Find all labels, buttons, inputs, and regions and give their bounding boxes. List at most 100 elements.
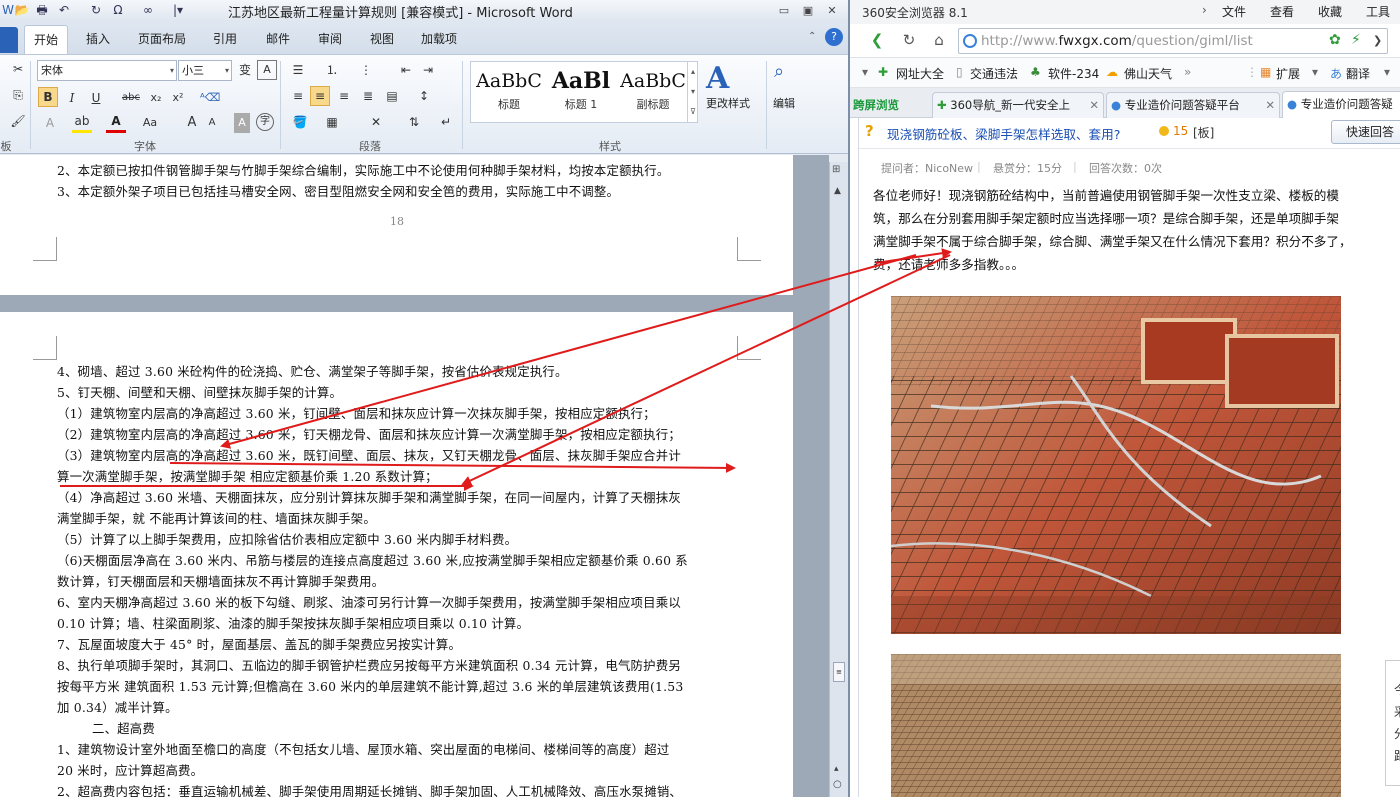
tab-references[interactable]: 引用 — [213, 30, 237, 47]
open-icon[interactable]: 📂 — [14, 2, 30, 18]
extensions-button[interactable]: 扩展 — [1276, 65, 1300, 82]
bookmarks-toggle-icon[interactable]: ▾ — [862, 65, 868, 79]
quick-answer-button[interactable]: 快速回答 — [1331, 120, 1400, 144]
question-photo-1[interactable] — [891, 296, 1341, 634]
tab-qa-platform-2[interactable]: ● 专业造价问题答疑 — [1282, 91, 1400, 119]
align-center-icon[interactable]: ≡ — [310, 86, 330, 106]
customize-qat-icon[interactable]: |▾ — [170, 2, 186, 18]
change-case-icon[interactable]: 变 — [235, 60, 255, 80]
superscript-button[interactable]: x² — [168, 88, 188, 108]
word-restore-button[interactable]: ▣ — [798, 3, 818, 18]
char-border-icon[interactable]: A — [257, 60, 277, 80]
align-left-icon[interactable]: ≡ — [288, 86, 308, 106]
tab-360-nav[interactable]: ✚ 360导航_新一代安全上 ✕ — [932, 92, 1104, 118]
print-icon[interactable]: 🖶 — [34, 2, 50, 18]
tab-qa-platform-1[interactable]: ● 专业造价问题答疑平台 ✕ — [1106, 92, 1280, 118]
numbering-icon[interactable]: ⒈ — [322, 60, 342, 80]
redo-icon[interactable]: ↻ — [88, 2, 104, 18]
style-subtitle[interactable]: AaBbC 副标题 — [617, 66, 689, 120]
char-shading-icon[interactable]: A — [234, 113, 250, 133]
vertical-scrollbar[interactable]: ⊞ ▲ ≡ ▴ ○ — [829, 162, 848, 797]
tab-cross-screen[interactable]: 跨屏浏览 — [850, 92, 924, 118]
security-icon[interactable]: ✿ — [1329, 32, 1341, 48]
style-heading[interactable]: AaBbC 标题 — [473, 66, 545, 120]
help-icon[interactable]: ? — [825, 28, 843, 46]
font-color-icon[interactable]: A — [106, 113, 126, 133]
back-icon[interactable]: ❮ — [864, 27, 890, 53]
home-icon[interactable]: ⌂ — [926, 27, 952, 53]
extensions-dropdown-icon[interactable]: ▾ — [1312, 65, 1318, 79]
question-photo-2[interactable] — [891, 654, 1341, 797]
bookmark-url-nav[interactable]: 网址大全 — [896, 65, 944, 82]
styles-scroll[interactable]: ▴ ▾ ⊽ — [687, 62, 698, 122]
prev-page-icon[interactable]: ▴ — [834, 764, 839, 774]
tab-page-layout[interactable]: 页面布局 — [138, 30, 186, 47]
side-float-panel[interactable]: 今 采 分 距 — [1385, 660, 1400, 786]
underline-button[interactable]: U — [86, 88, 106, 108]
undo-icon[interactable]: ↶ — [56, 2, 72, 18]
chinese-layout-icon[interactable]: ✕ — [366, 112, 386, 132]
sort-icon[interactable]: ⇅ — [404, 112, 424, 132]
tab-close-icon[interactable]: ✕ — [1089, 93, 1099, 117]
menu-view[interactable]: 查看 — [1270, 3, 1294, 20]
word-close-button[interactable]: ✕ — [822, 3, 842, 18]
menu-tools[interactable]: 工具 — [1366, 3, 1390, 20]
scroll-up-icon[interactable]: ▲ — [834, 186, 841, 196]
italic-button[interactable]: I — [62, 88, 82, 108]
shading-icon[interactable]: 🪣 — [290, 112, 310, 132]
tab-home[interactable]: 开始 — [24, 25, 68, 54]
scroll-thumb[interactable]: ≡ — [833, 662, 845, 682]
refresh-icon[interactable]: ↻ — [896, 27, 922, 53]
tab-close-icon[interactable]: ✕ — [1265, 93, 1275, 117]
font-size-change-icon[interactable]: Aa — [140, 113, 160, 133]
url-text[interactable]: http://www.fwxgx.com/question/giml/list — [981, 33, 1253, 49]
copy-icon[interactable]: ⎘ — [8, 85, 28, 105]
translate-dropdown-icon[interactable]: ▾ — [1384, 65, 1390, 79]
link-icon[interactable]: ∞ — [140, 2, 156, 18]
cut-icon[interactable]: ✂ — [8, 59, 28, 79]
strikethrough-button[interactable]: abc — [118, 88, 144, 108]
bullets-icon[interactable]: ☰ — [288, 60, 308, 80]
tab-insert[interactable]: 插入 — [86, 30, 110, 47]
document-area[interactable]: 2、本定额已按扣件钢管脚手架与竹脚手架综合编制，实际施工中不论使用何种脚手架材料… — [0, 155, 829, 797]
change-styles-icon[interactable]: A — [706, 61, 729, 96]
highlight-icon[interactable]: ab — [72, 113, 92, 133]
bookmark-traffic[interactable]: 交通违法 — [970, 65, 1018, 82]
multilevel-list-icon[interactable]: ⋮ — [356, 60, 376, 80]
justify-icon[interactable]: ≣ — [358, 86, 378, 106]
format-painter-icon[interactable]: 🖌 — [8, 111, 28, 131]
word-minimize-button[interactable]: ▭ — [774, 3, 794, 18]
address-bar[interactable]: http://www.fwxgx.com/question/giml/list … — [958, 28, 1388, 54]
text-effect-icon[interactable]: A — [40, 113, 60, 133]
translate-button[interactable]: 翻译 — [1346, 65, 1370, 82]
grow-font-icon[interactable]: A — [182, 113, 202, 133]
clear-format-icon[interactable]: ᴬ⌫ — [200, 88, 220, 108]
symbol-icon[interactable]: Ω — [110, 2, 126, 18]
increase-indent-icon[interactable]: ⇥ — [418, 60, 438, 80]
question-tag[interactable]: [板] — [1193, 124, 1214, 141]
question-title[interactable]: 现浇钢筋砼板、梁脚手架怎样选取、套用? — [887, 124, 1120, 143]
borders-icon[interactable]: ▦ — [322, 112, 342, 132]
bookmark-weather[interactable]: 佛山天气 — [1124, 65, 1172, 82]
decrease-indent-icon[interactable]: ⇤ — [396, 60, 416, 80]
tab-mailings[interactable]: 邮件 — [266, 30, 290, 47]
show-marks-icon[interactable]: ↵ — [436, 112, 456, 132]
change-styles-label[interactable]: 更改样式 — [706, 95, 750, 111]
url-dropdown-icon[interactable]: ❯ — [1373, 34, 1382, 47]
font-size-combo[interactable]: 小三 ▾ — [178, 60, 232, 81]
bold-button[interactable]: B — [38, 87, 58, 107]
tab-addins[interactable]: 加载项 — [421, 30, 457, 47]
line-spacing-icon[interactable]: ↕ — [414, 86, 434, 106]
enclose-char-icon[interactable]: 字 — [256, 113, 274, 131]
distributed-icon[interactable]: ▤ — [382, 86, 402, 106]
more-bookmarks-icon[interactable]: » — [1184, 65, 1191, 79]
menu-favorites[interactable]: 收藏 — [1318, 3, 1342, 20]
tab-view[interactable]: 视图 — [370, 30, 394, 47]
minimize-ribbon-icon[interactable]: ⌃ — [808, 31, 816, 42]
ruler-toggle-icon[interactable]: ⊞ — [832, 164, 840, 175]
find-icon[interactable]: ⌕ — [774, 61, 784, 82]
menu-file[interactable]: 文件 — [1222, 3, 1246, 20]
style-heading-1[interactable]: AaBl 标题 1 — [545, 66, 617, 120]
file-tab[interactable] — [0, 27, 18, 53]
edit-label[interactable]: 编辑 — [773, 95, 795, 111]
